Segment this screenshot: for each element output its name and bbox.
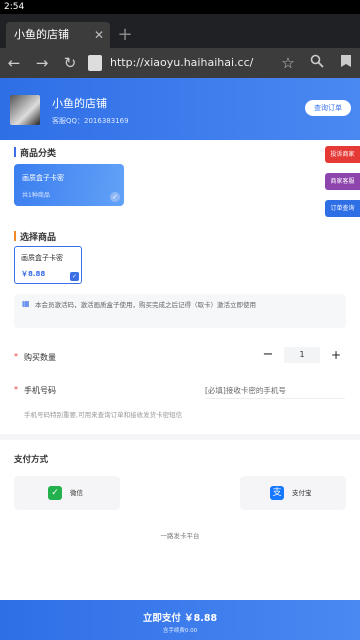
bookmark-star-icon[interactable]: ☆ (276, 51, 300, 75)
check-icon: ✓ (110, 192, 120, 202)
product-name: 画质盒子卡密 (21, 254, 63, 262)
platform-name: 一路发卡平台 (160, 532, 200, 540)
quantity-minus-button[interactable]: − (262, 348, 274, 362)
pay-now-label: 立即支付 ￥8.88 (142, 613, 218, 624)
pay-now-button[interactable]: 立即支付 ￥8.88 含手续费0.00 (0, 600, 360, 640)
selected-check-icon: ✓ (70, 272, 79, 281)
back-arrow-icon[interactable]: ← (2, 51, 26, 75)
product-notice: ▦ 本会员激活码，激活画质盒子使用，购买完成之后记得（取卡）激活立即使用 (14, 294, 346, 328)
quantity-plus-button[interactable]: + (330, 348, 342, 362)
section-divider (0, 434, 360, 440)
required-mark: * (14, 385, 18, 394)
phone-hint: 手机号码特别重要,可用来查询订单和接收发货卡密短信 (24, 411, 183, 419)
product-section-title: 选择商品 (14, 230, 56, 243)
category-card[interactable]: 画质盒子卡密 共1种商品 ✓ (14, 164, 124, 206)
browser-toolbar: ← → ↻ http://xiaoyu.haihaihai.cc/ ☆ (0, 48, 360, 78)
merchant-service-button[interactable]: 商家客服 (325, 173, 360, 190)
quantity-label: 购买数量 (24, 353, 56, 362)
reload-icon[interactable]: ↻ (58, 51, 82, 75)
page-info-icon[interactable] (88, 55, 102, 71)
alipay-button[interactable]: 支 支付宝 (240, 476, 346, 510)
shop-qq: 客服QQ：2016383169 (52, 117, 129, 125)
wechat-icon: ✓ (48, 486, 62, 500)
shop-avatar (10, 95, 40, 125)
status-time: 2:54 (4, 2, 25, 12)
grid-icon: ▦ (22, 299, 30, 308)
forward-arrow-icon[interactable]: → (30, 51, 54, 75)
complain-button[interactable]: 投诉商家 (325, 146, 360, 163)
product-card[interactable]: 画质盒子卡密 ￥8.88 ✓ (14, 246, 82, 284)
order-query-button[interactable]: 查询订单 (305, 100, 351, 116)
pay-fee-label: 含手续费0.00 (162, 628, 198, 634)
wechat-pay-button[interactable]: ✓ 微信 (14, 476, 120, 510)
browser-tab-strip: 小鱼的店铺 ✕ + (0, 14, 360, 48)
new-tab-icon[interactable]: + (114, 24, 136, 46)
address-bar[interactable]: http://xiaoyu.haihaihai.cc/ (86, 52, 296, 74)
search-icon[interactable] (305, 51, 329, 75)
phone-label: 手机号码 (24, 386, 56, 395)
shop-header: 小鱼的店铺 客服QQ：2016383169 查询订单 (0, 78, 360, 140)
phone-underline (205, 398, 345, 399)
required-mark: * (14, 352, 18, 361)
browser-tab-title: 小鱼的店铺 (14, 28, 69, 41)
notice-text: 本会员激活码，激活画质盒子使用，购买完成之后记得（取卡）激活立即使用 (35, 301, 256, 309)
category-section-title: 商品分类 (14, 146, 56, 159)
url-text[interactable]: http://xiaoyu.haihaihai.cc/ (110, 52, 253, 74)
phone-input[interactable] (205, 382, 345, 398)
quantity-input[interactable]: 1 (284, 347, 320, 363)
close-tab-icon[interactable]: ✕ (94, 22, 104, 48)
product-price: ￥8.88 (21, 270, 46, 278)
order-search-button[interactable]: 订单查询 (325, 200, 360, 217)
shop-name: 小鱼的店铺 (52, 97, 107, 110)
category-count: 共1种商品 (22, 192, 50, 199)
payment-title: 支付方式 (14, 455, 49, 465)
category-name: 画质盒子卡密 (22, 174, 64, 182)
wechat-pay-label: 微信 (70, 489, 83, 497)
status-bar: 2:54 (0, 0, 360, 14)
bookmark-icon[interactable] (334, 51, 358, 75)
browser-tab[interactable]: 小鱼的店铺 ✕ (6, 22, 110, 48)
alipay-icon: 支 (270, 486, 284, 500)
alipay-label: 支付宝 (292, 489, 312, 497)
